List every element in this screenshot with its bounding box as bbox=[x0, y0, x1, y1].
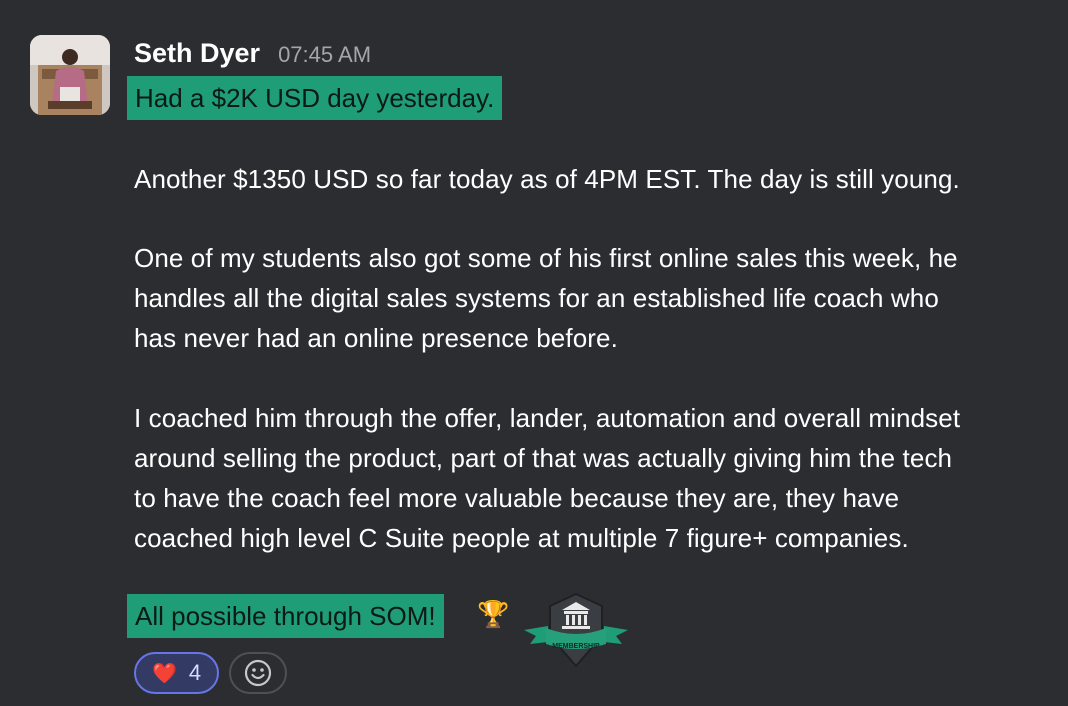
chat-message: Seth Dyer 07:45 AM Had a $2K USD day yes… bbox=[0, 0, 1068, 706]
message-line: I coached him through the offer, lander,… bbox=[134, 403, 961, 433]
reaction-heart[interactable]: ❤️ 4 bbox=[134, 652, 220, 694]
author-name[interactable]: Seth Dyer bbox=[134, 38, 260, 69]
avatar[interactable] bbox=[30, 35, 110, 115]
reactions-bar: ❤️ 4 bbox=[134, 652, 288, 694]
smiley-icon bbox=[245, 659, 272, 687]
reaction-count: 4 bbox=[188, 660, 202, 685]
message-line: has never had an online presence before. bbox=[134, 323, 618, 353]
message-timestamp: 07:45 AM bbox=[278, 42, 372, 67]
add-reaction-button[interactable] bbox=[229, 652, 288, 694]
message-line: handles all the digital sales systems fo… bbox=[134, 283, 939, 313]
message-header: Seth Dyer 07:45 AM bbox=[134, 38, 371, 74]
message-line: Another $1350 USD so far today as of 4PM… bbox=[134, 164, 960, 194]
message-line: coached high level C Suite people at mul… bbox=[134, 523, 909, 553]
highlighted-text: Had a $2K USD day yesterday. bbox=[127, 76, 503, 120]
message-line: One of my students also got some of his … bbox=[134, 243, 958, 273]
avatar-image bbox=[30, 35, 110, 115]
membership-badge-icon: MEMBERSHIP bbox=[522, 592, 630, 668]
message-line: to have the coach feel more valuable bec… bbox=[134, 483, 900, 513]
badge-label: MEMBERSHIP bbox=[552, 643, 600, 650]
trophy-emoji: 🏆 bbox=[477, 599, 510, 629]
highlighted-text: All possible through SOM! bbox=[127, 594, 444, 638]
heart-icon: ❤️ bbox=[152, 662, 177, 685]
message-line: around selling the product, part of that… bbox=[134, 443, 953, 473]
